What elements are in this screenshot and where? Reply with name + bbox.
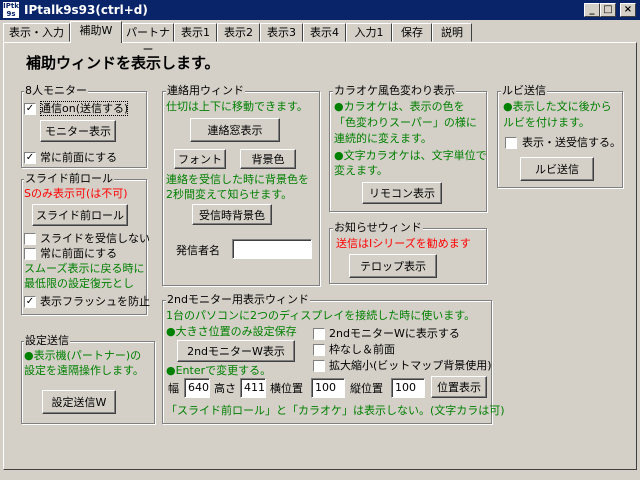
flash-prevent-checkbox[interactable]: ✓: [24, 296, 36, 308]
group-2nd-monitor-legend: 2ndモニター用表示ウィンド: [166, 293, 310, 306]
tab-display-input[interactable]: 表示・入力: [3, 23, 70, 42]
tab-save[interactable]: 保存: [392, 23, 432, 42]
karaoke-line-2: 「色変わりスーパー」の様に: [334, 116, 477, 129]
group-karaoke-legend: カラオケ風色変わり表示: [333, 84, 456, 97]
position-show-button[interactable]: 位置表示: [431, 376, 487, 398]
tab-display3[interactable]: 表示3: [260, 23, 303, 42]
monitor-front-label[interactable]: 常に前面にする: [40, 150, 117, 165]
width-input[interactable]: 640: [184, 378, 210, 398]
karaoke-line-5: 変えます。: [334, 164, 388, 177]
comm-on-label[interactable]: 通信on(送信する): [40, 101, 129, 116]
app-icon[interactable]: IPtk 9s: [3, 2, 19, 18]
monitor-show-button[interactable]: モニター表示: [40, 120, 116, 142]
sender-name-input[interactable]: [232, 239, 312, 259]
x-position-label: 横位置: [270, 382, 303, 395]
maximize-button[interactable]: □: [600, 3, 616, 17]
flash-prevent-label[interactable]: 表示フラッシュを防止: [40, 294, 150, 309]
karaoke-line-1: ●カラオケは、表示の色を: [334, 100, 465, 113]
slide-front-label[interactable]: 常に前面にする: [40, 246, 117, 261]
karaoke-line-3: 連続的に変えます。: [334, 132, 432, 145]
settings-send-note-1: ●表示機(パートナー)の: [24, 349, 142, 362]
monitor2-show-checkbox[interactable]: [313, 328, 325, 340]
slide-noreceive-checkbox[interactable]: [24, 233, 36, 245]
monitor2-note-3: ●Enterで変更する。: [166, 364, 272, 377]
settings-send-button[interactable]: 設定送信W: [42, 390, 116, 414]
monitor2-show-label[interactable]: 2ndモニターWに表示する: [329, 326, 460, 341]
frameless-front-checkbox[interactable]: [313, 344, 325, 356]
ruby-note-2: ルビを付けます。: [503, 116, 590, 129]
x-position-input[interactable]: 100: [311, 378, 345, 398]
contact-window-button[interactable]: 連絡窓表示: [190, 118, 280, 142]
slide-green-note-2: 最低限の設定復元とし: [24, 277, 134, 290]
slide-note: Sのみ表示可(は不可): [24, 187, 128, 200]
font-button[interactable]: フォント: [174, 149, 226, 169]
monitor2-note-1: 1台のパソコンに2つのディスプレイを接続した時に使います。: [166, 309, 476, 322]
window-title: IPtalk9s93(ctrl+d): [24, 3, 148, 17]
slide-preroll-button[interactable]: スライド前ロール: [32, 204, 128, 226]
slide-noreceive-label[interactable]: スライドを受信しない: [40, 231, 150, 246]
tab-display2[interactable]: 表示2: [217, 23, 260, 42]
group-8-monitor-legend: 8人モニター: [24, 84, 88, 97]
group-settings-send-legend: 設定送信: [24, 334, 70, 347]
sender-name-label: 発信者名: [176, 244, 220, 257]
ruby-send-checkbox[interactable]: [505, 137, 517, 149]
tab-auxiliary[interactable]: 補助W: [70, 21, 122, 43]
scale-bitmap-checkbox[interactable]: [313, 360, 325, 372]
contact-note-2: 連絡を受信した時に背景色を: [166, 173, 309, 186]
y-position-input[interactable]: 100: [391, 378, 425, 398]
tab-input1[interactable]: 入力1: [346, 23, 392, 42]
height-input[interactable]: 411: [240, 378, 266, 398]
title-bar[interactable]: IPtk 9s IPtalk9s93(ctrl+d) _ □ ×: [0, 0, 640, 20]
contact-note-1: 仕切は上下に移動できます。: [166, 100, 308, 113]
width-label: 幅: [168, 382, 179, 395]
scale-bitmap-label[interactable]: 拡大縮小(ビットマップ背景使用): [329, 358, 492, 373]
y-position-label: 縦位置: [350, 382, 383, 395]
ruby-send-label[interactable]: 表示・送受信する。: [522, 135, 621, 150]
settings-send-note-2: 設定を遠隔操作します。: [24, 364, 144, 377]
remote-control-button[interactable]: リモコン表示: [362, 182, 442, 204]
receive-bg-color-button[interactable]: 受信時背景色: [192, 204, 272, 225]
tab-help[interactable]: 説明: [432, 23, 472, 42]
background-color-button[interactable]: 背景色: [240, 149, 296, 169]
page-title: 補助ウィンドを表示します。: [26, 54, 220, 72]
notice-note: 送信はIシリーズを勧めます: [336, 237, 471, 250]
slide-green-note-1: スムーズ表示に戻る時に: [24, 262, 145, 275]
telop-button[interactable]: テロップ表示: [349, 254, 437, 278]
karaoke-line-4: ●文字カラオケは、文字単位で: [334, 149, 487, 162]
comm-on-checkbox[interactable]: ✓: [24, 103, 36, 115]
group-ruby-legend: ルビ送信: [501, 84, 547, 97]
close-button[interactable]: ×: [620, 3, 636, 17]
slide-front-checkbox[interactable]: [24, 248, 36, 260]
minimize-button[interactable]: _: [584, 3, 600, 17]
group-contact-legend: 連絡用ウィンド: [166, 84, 245, 97]
tab-display4[interactable]: 表示4: [303, 23, 346, 42]
monitor2-note-2: ●大きさ位置のみ設定保存: [166, 325, 297, 338]
frameless-front-label[interactable]: 枠なし＆前面: [329, 342, 395, 357]
monitor2-show-button[interactable]: 2ndモニターW表示: [177, 340, 295, 362]
monitor-front-checkbox[interactable]: ✓: [24, 152, 36, 164]
contact-note-3: 2秒間変えて知らせます。: [166, 188, 293, 201]
height-label: 高さ: [214, 382, 236, 395]
group-notice-legend: お知らせウィンド: [333, 221, 423, 234]
group-slide-legend: スライド前ロール: [24, 172, 114, 185]
monitor2-footer-note: 「スライド前ロール」と「カラオケ」は表示しない。(文字カラは可): [166, 404, 505, 417]
tab-partner[interactable]: パートナー: [122, 23, 174, 56]
ruby-note-1: ●表示した文に後から: [503, 100, 612, 113]
ruby-send-button[interactable]: ルビ送信: [520, 157, 594, 181]
tab-display1[interactable]: 表示1: [174, 23, 217, 42]
